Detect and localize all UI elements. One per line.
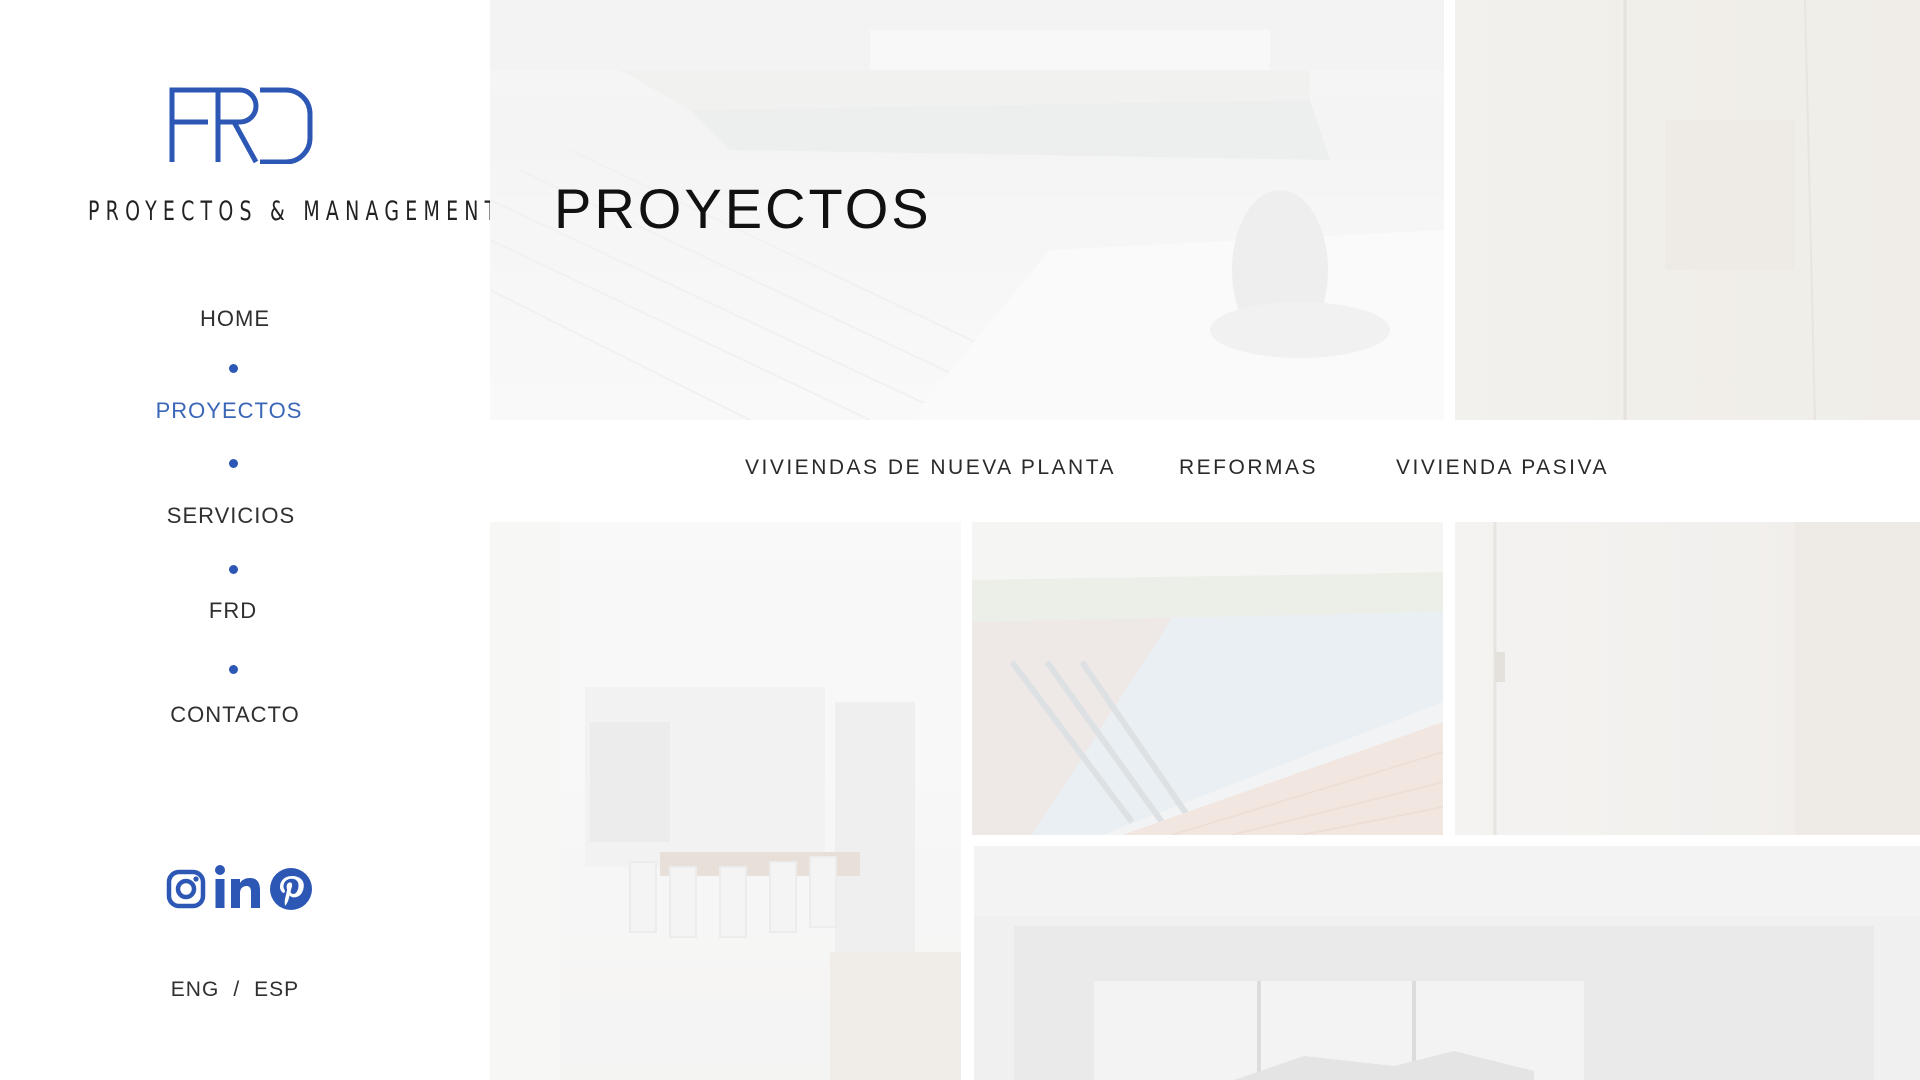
tab-vivienda-pasiva[interactable]: VIVIENDA PASIVA xyxy=(1396,456,1609,480)
main-nav: HOME PROYECTOS SERVICIOS FRD CONTACTO xyxy=(0,0,470,1080)
nav-item-frd[interactable]: FRD xyxy=(0,598,468,624)
language-switcher: ENG / ESP xyxy=(0,978,470,1002)
project-image-pool-steps xyxy=(972,522,1443,835)
nav-item-contacto[interactable]: CONTACTO xyxy=(0,702,470,728)
nav-separator-dot xyxy=(229,459,238,468)
page-title: PROYECTOS xyxy=(554,177,932,240)
project-image-window-interior xyxy=(974,846,1920,1080)
nav-item-servicios[interactable]: SERVICIOS xyxy=(0,503,466,529)
image-overlay xyxy=(490,522,961,1080)
nav-separator-dot xyxy=(229,665,238,674)
tab-viviendas-nueva-planta[interactable]: VIVIENDAS DE NUEVA PLANTA xyxy=(745,456,1116,480)
project-image-dining-room xyxy=(490,522,961,1080)
project-image-interior-wall xyxy=(1455,0,1920,420)
lang-separator: / xyxy=(233,978,241,1001)
linkedin-icon[interactable] xyxy=(214,864,262,914)
lang-option-esp[interactable]: ESP xyxy=(254,978,299,1002)
nav-separator-dot xyxy=(229,364,238,373)
tab-reformas[interactable]: REFORMAS xyxy=(1179,456,1318,480)
instagram-icon[interactable] xyxy=(166,864,206,914)
sidebar: PROYECTOS & MANAGEMENT HOME PROYECTOS SE… xyxy=(0,0,496,1080)
nav-separator-dot xyxy=(229,565,238,574)
nav-item-proyectos[interactable]: PROYECTOS xyxy=(0,398,464,424)
image-overlay xyxy=(972,522,1443,835)
nav-item-home[interactable]: HOME xyxy=(0,306,470,332)
lang-option-eng[interactable]: ENG xyxy=(171,978,220,1002)
category-tabs: VIVIENDAS DE NUEVA PLANTA REFORMAS VIVIE… xyxy=(490,420,1920,520)
social-links xyxy=(166,864,316,914)
project-image-doorway xyxy=(1455,522,1920,835)
pinterest-icon[interactable] xyxy=(269,864,313,914)
